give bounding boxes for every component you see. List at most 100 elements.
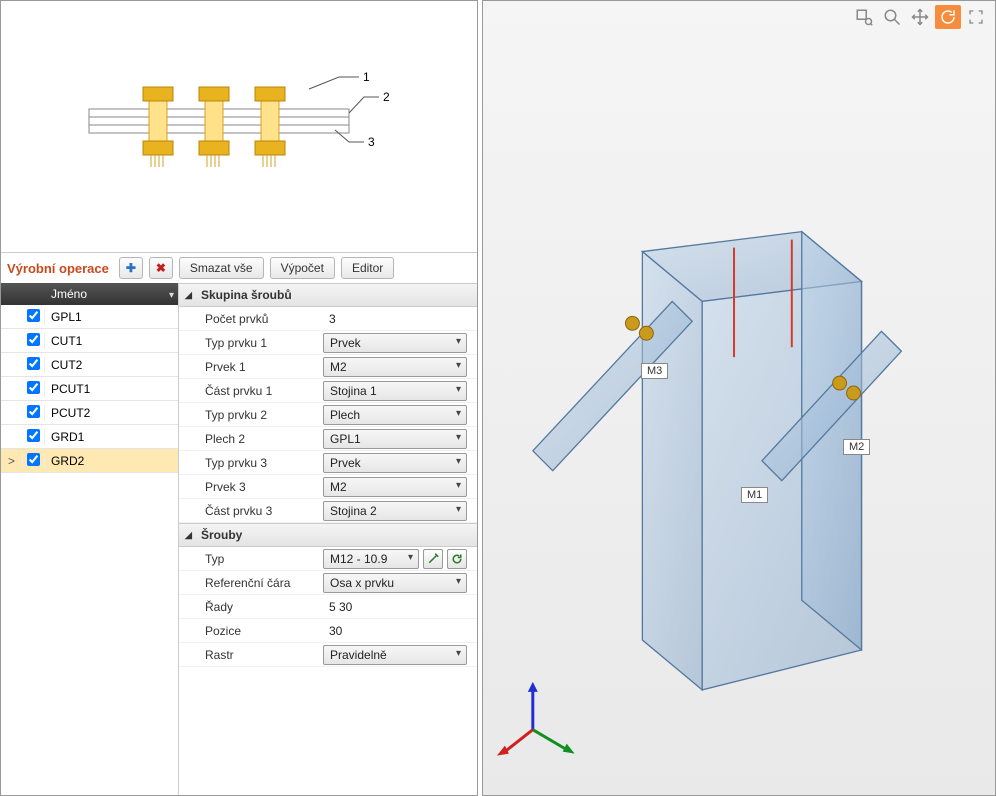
row-checkbox[interactable] [27,405,40,418]
prop-row: Typ prvku 3Prvek [179,451,477,475]
prop-label: Řady [205,600,323,614]
row-checkbox-cell [23,309,45,325]
row-checkbox-cell [23,381,45,397]
prop-dropdown[interactable]: Pravidelně [323,645,467,665]
group-bolt-group-title: Skupina šroubů [201,288,292,302]
pencil-button[interactable] [423,549,443,569]
editor-button[interactable]: Editor [341,257,394,279]
add-operation-button[interactable]: ✚ [119,257,143,279]
model-label-m2[interactable]: M2 [843,439,870,455]
row-checkbox-cell [23,357,45,373]
prop-dropdown[interactable]: Plech [323,405,467,425]
caret-icon: ◢ [185,530,195,541]
row-checkbox-cell [23,453,45,469]
prop-dropdown[interactable]: Stojina 2 [323,501,467,521]
row-checkbox[interactable] [27,357,40,370]
row-name: PCUT1 [45,382,178,396]
tree-row-pcut2[interactable]: PCUT2 [1,401,178,425]
tree-row-grd1[interactable]: GRD1 [1,425,178,449]
row-checkbox-cell [23,405,45,421]
prop-label: Typ prvku 3 [205,456,323,470]
prop-dropdown[interactable]: GPL1 [323,429,467,449]
prop-row: Prvek 1M2 [179,355,477,379]
row-checkbox[interactable] [27,429,40,442]
calculate-button[interactable]: Výpočet [270,257,335,279]
prop-row: Prvek 3M2 [179,475,477,499]
bolt-diagram: 1 2 3 [1,1,477,253]
prop-label: Část prvku 1 [205,384,323,398]
lower-split: Jméno ▾ GPL1 CUT1 CUT2 PCUT1 PCUT2 GRD1 > GRD2 ◢… [1,283,477,795]
tree-body: GPL1 CUT1 CUT2 PCUT1 PCUT2 GRD1 > GRD2 [1,305,178,795]
prop-row: Referenční čáraOsa x prvku [179,571,477,595]
row-name: GRD1 [45,430,178,444]
row-indicator: > [1,454,23,468]
cycle-button[interactable] [447,549,467,569]
x-icon: ✖ [156,261,166,275]
tree-row-pcut1[interactable]: PCUT1 [1,377,178,401]
prop-label: Plech 2 [205,432,323,446]
prop-row: Část prvku 3Stojina 2 [179,499,477,523]
filter-icon[interactable]: ▾ [169,290,174,301]
prop-label: Typ prvku 2 [205,408,323,422]
prop-row: Řady5 30 [179,595,477,619]
operations-tree: Jméno ▾ GPL1 CUT1 CUT2 PCUT1 PCUT2 GRD1 > GRD2 [1,283,179,795]
tree-row-cut2[interactable]: CUT2 [1,353,178,377]
tree-row-cut1[interactable]: CUT1 [1,329,178,353]
row-name: GPL1 [45,310,178,324]
prop-row: Část prvku 1Stojina 1 [179,379,477,403]
prop-label: Počet prvků [205,312,323,326]
diagram-label-3: 3 [368,135,375,149]
row-checkbox[interactable] [27,309,40,322]
prop-label: Rastr [205,648,323,662]
prop-label: Pozice [205,624,323,638]
prop-row: RastrPravidelně [179,643,477,667]
prop-value-text[interactable]: 5 30 [323,600,352,614]
row-name: GRD2 [45,454,178,468]
prop-value-text[interactable]: 30 [323,624,342,638]
group-bolts[interactable]: ◢ Šrouby [179,523,477,547]
delete-operation-button[interactable]: ✖ [149,257,173,279]
row-checkbox[interactable] [27,453,40,466]
diagram-label-1: 1 [363,70,370,84]
prop-dropdown[interactable]: Prvek [323,453,467,473]
tree-row-grd2[interactable]: > GRD2 [1,449,178,473]
tree-header-name[interactable]: Jméno [51,287,87,301]
row-checkbox-cell [23,429,45,445]
model-label-m1[interactable]: M1 [741,487,768,503]
prop-dropdown[interactable]: Osa x prvku [323,573,467,593]
prop-label: Typ [205,552,323,566]
prop-label: Referenční čára [205,576,323,590]
row-name: CUT1 [45,334,178,348]
model-label-m3[interactable]: M3 [641,363,668,379]
prop-row: Typ prvku 1Prvek [179,331,477,355]
diagram-label-2: 2 [383,90,390,104]
row-name: CUT2 [45,358,178,372]
row-checkbox-cell [23,333,45,349]
group-bolt-group[interactable]: ◢ Skupina šroubů [179,283,477,307]
prop-dropdown[interactable]: Prvek [323,333,467,353]
left-pane: 1 2 3 Výrobní operace ✚ ✖ Smazat vše Výp… [0,0,478,796]
prop-dropdown[interactable]: M2 [323,357,467,377]
prop-row: Plech 2GPL1 [179,427,477,451]
prop-row: Počet prvků3 [179,307,477,331]
row-name: PCUT2 [45,406,178,420]
prop-value-text[interactable]: 3 [323,312,336,326]
prop-dropdown[interactable]: Stojina 1 [323,381,467,401]
viewport-3d[interactable]: M3 M1 M2 [482,0,996,796]
group-bolts-title: Šrouby [201,528,242,542]
plus-icon: ✚ [126,261,136,275]
prop-dropdown[interactable]: M12 - 10.9 [323,549,419,569]
tree-header: Jméno ▾ [1,283,178,305]
model-canvas[interactable] [483,1,995,795]
prop-label: Prvek 1 [205,360,323,374]
prop-dropdown[interactable]: M2 [323,477,467,497]
tree-row-gpl1[interactable]: GPL1 [1,305,178,329]
row-checkbox[interactable] [27,381,40,394]
row-checkbox[interactable] [27,333,40,346]
prop-row: Pozice30 [179,619,477,643]
prop-row: Typ prvku 2Plech [179,403,477,427]
prop-label: Typ prvku 1 [205,336,323,350]
operations-title: Výrobní operace [7,261,109,276]
delete-all-button[interactable]: Smazat vše [179,257,264,279]
prop-label: Část prvku 3 [205,504,323,518]
